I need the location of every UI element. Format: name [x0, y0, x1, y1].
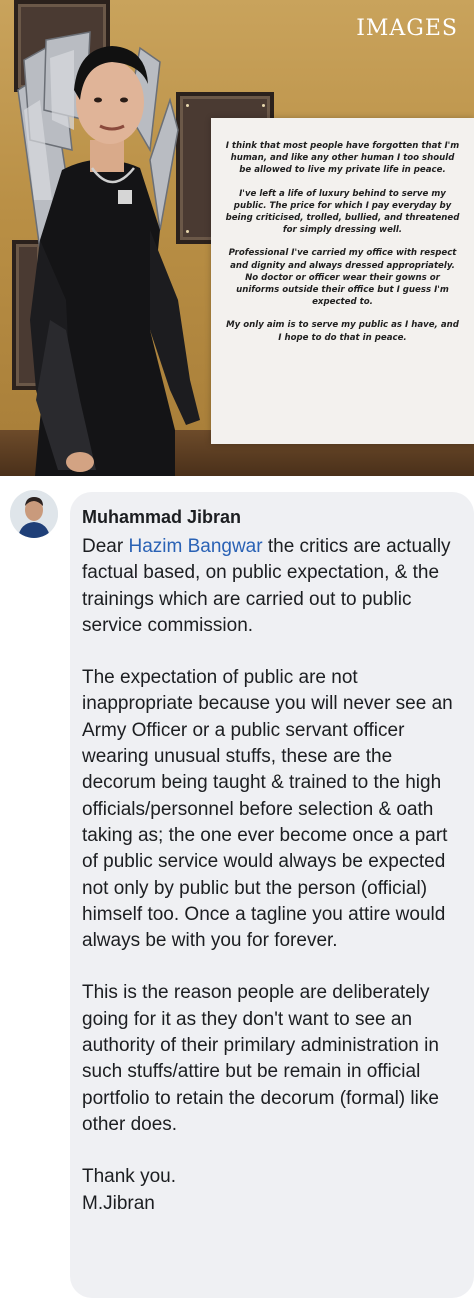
statement-card: I think that most people have forgotten …	[211, 118, 474, 444]
images-logo: IMAGES	[356, 16, 458, 41]
comment-author[interactable]: Muhammad Jibran	[82, 504, 466, 530]
statement-paragraph: My only aim is to serve my public as I h…	[226, 320, 459, 343]
comment-paragraph: This is the reason people are deliberate…	[82, 982, 439, 1135]
person-figure	[17, 31, 200, 476]
wall-dot	[262, 104, 265, 107]
statement-paragraph: I've left a life of luxury behind to ser…	[225, 188, 460, 236]
post-photo[interactable]: IMAGES I think that most people have for…	[0, 0, 474, 476]
comment-paragraph: Dear Hazim Bangwar the critics are actua…	[82, 534, 466, 639]
mention-link[interactable]: Hazim Bangwar	[128, 536, 262, 557]
comment-bubble: Muhammad Jibran Dear Hazim Bangwar the c…	[70, 492, 474, 1298]
user-avatar-icon	[10, 490, 58, 538]
comment: Muhammad Jibran Dear Hazim Bangwar the c…	[0, 482, 474, 1309]
comment-body: Dear Hazim Bangwar the critics are actua…	[82, 534, 466, 1217]
avatar[interactable]	[10, 490, 58, 538]
greeting-prefix: Dear	[82, 536, 129, 557]
comment-paragraph: The expectation of public are not inappr…	[82, 667, 453, 952]
statement-paragraph: I think that most people have forgotten …	[225, 141, 460, 176]
signoff-line: Thank you.	[82, 1166, 176, 1188]
statement-paragraph: Professional I've carried my office with…	[228, 248, 457, 308]
signoff-signature: M.Jibran	[82, 1192, 155, 1214]
